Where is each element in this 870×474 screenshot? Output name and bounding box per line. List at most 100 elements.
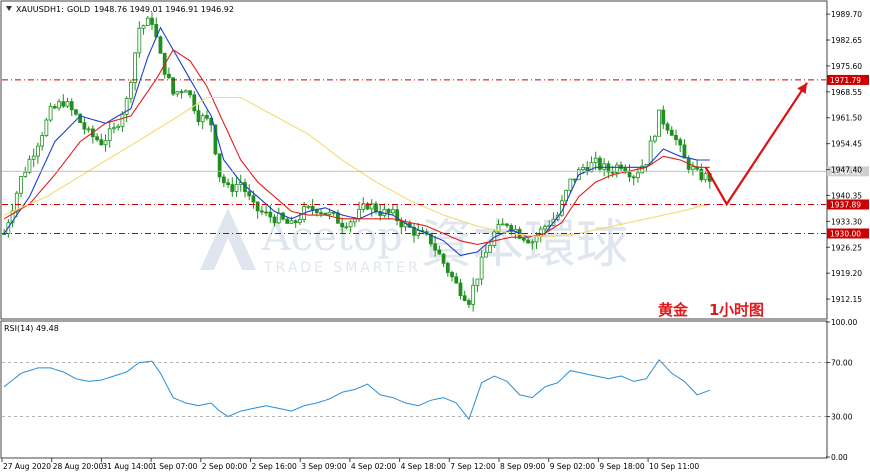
candle-body — [234, 184, 239, 192]
candle-body — [226, 182, 230, 186]
candle-body — [682, 144, 687, 159]
candle-body — [107, 128, 112, 142]
candle-body — [27, 158, 32, 173]
candle-body — [36, 145, 40, 157]
candle-body — [348, 221, 353, 228]
candle-body — [475, 278, 480, 286]
candle-body — [691, 166, 695, 170]
candle-body — [57, 101, 61, 109]
candle-body — [636, 172, 640, 179]
candle-body — [69, 101, 74, 111]
candle-body — [31, 155, 36, 160]
candle-body — [543, 226, 547, 230]
price-tick-label: 1940.35 — [831, 191, 862, 200]
time-tick-label: 4 Sep 18:00 — [401, 462, 447, 471]
candle-body — [179, 91, 184, 93]
candle-body — [699, 168, 704, 181]
candle-body — [276, 212, 281, 224]
price-tick-label: 1926.25 — [831, 243, 862, 252]
header-name: GOLD — [67, 5, 90, 14]
candle-body — [340, 222, 345, 228]
candle-body — [534, 236, 539, 243]
candle-body — [500, 223, 505, 226]
candle-body — [99, 139, 104, 146]
candle-body — [454, 276, 459, 284]
price-tick-label: 1982.65 — [831, 36, 862, 45]
time-tick-label: 4 Sep 02:00 — [351, 462, 397, 471]
candle-body — [458, 282, 463, 297]
time-axis: 27 Aug 2020 28 Aug 20:00 31 Aug 14:00 1 Sep… — [1, 458, 699, 471]
candle-body — [433, 243, 438, 251]
candle-body — [158, 36, 163, 54]
time-tick-label: 31 Aug 14:00 — [102, 462, 153, 471]
candle-body — [589, 162, 594, 173]
candle-body — [593, 157, 598, 163]
chart-header: XAUUSD H1: GOLD 1948.76 1949.01 1946.91 … — [6, 5, 234, 14]
candle-body — [86, 128, 91, 131]
level-tag-label: 1937.89 — [830, 200, 861, 209]
candle-body — [272, 216, 277, 224]
candle-body — [386, 208, 391, 214]
candle-body — [606, 163, 611, 173]
price-axis: 1989.70 1982.65 1975.60 1968.55 1961.50 1954.… — [826, 10, 862, 304]
time-tick-label: 1 Sep 07:00 — [152, 462, 198, 471]
watermark-brand: Acetop — [261, 214, 403, 260]
candle-body — [441, 253, 446, 264]
candle-body — [319, 212, 323, 215]
candle-body — [82, 122, 87, 130]
candle-body — [530, 241, 535, 244]
candle-body — [661, 109, 666, 125]
price-tick-label: 1989.70 — [831, 10, 862, 19]
candle-body — [268, 211, 273, 218]
candle-body — [665, 123, 670, 131]
candle-body — [65, 101, 70, 107]
candle-body — [251, 195, 256, 203]
time-tick-label: 2 Sep 00:00 — [202, 462, 248, 471]
candle-body — [445, 262, 450, 273]
candle-body — [44, 119, 49, 136]
candle-body — [631, 176, 636, 179]
time-tick-label: 2 Sep 16:00 — [252, 462, 298, 471]
candle-body — [133, 52, 137, 83]
price-tick-label: 1912.15 — [831, 295, 862, 304]
rsi-tick-label: 100.00 — [831, 318, 857, 327]
candle-body — [450, 272, 454, 278]
header-symbol: XAUUSD — [16, 5, 50, 14]
candle-body — [217, 153, 222, 178]
price-tick-label: 1975.60 — [831, 62, 862, 71]
candle-body — [289, 220, 294, 224]
candle-body — [192, 94, 197, 112]
candle-body — [221, 176, 226, 184]
candle-body — [112, 127, 116, 130]
candle-body — [183, 90, 188, 93]
annotation-unit: 小时图 — [719, 301, 764, 319]
time-tick-label: 7 Sep 12:00 — [450, 462, 496, 471]
rsi-axis: 100.00 70.00 30.00 0.00 — [826, 318, 857, 462]
candle-body — [674, 134, 678, 141]
candle-body — [116, 126, 121, 129]
candle-body — [293, 220, 298, 223]
candle-body — [437, 249, 442, 255]
candle-body — [61, 101, 66, 107]
watermark-chinese: 資本環球 — [420, 215, 628, 275]
watermark-tagline: TRADE SMARTER — [263, 260, 421, 276]
candle-body — [14, 192, 19, 212]
candle-body — [416, 230, 421, 236]
candle-body — [610, 171, 615, 174]
candle-body — [48, 106, 53, 121]
candle-body — [327, 211, 332, 216]
candle-body — [230, 184, 235, 192]
candle-body — [462, 295, 467, 301]
candle-body — [471, 284, 476, 305]
level-tag-label: 1971.79 — [830, 76, 861, 85]
annotation-text: 黄金 — [658, 301, 689, 319]
candle-body — [247, 191, 252, 197]
candle-body — [52, 106, 57, 109]
candle-body — [200, 115, 205, 123]
candle-body — [627, 171, 632, 178]
candle-body — [602, 163, 607, 170]
price-tick-label: 1947.40 — [831, 166, 862, 175]
candle-body — [526, 239, 530, 244]
candle-body — [678, 139, 683, 146]
time-tick-label: 3 Sep 09:00 — [301, 462, 347, 471]
